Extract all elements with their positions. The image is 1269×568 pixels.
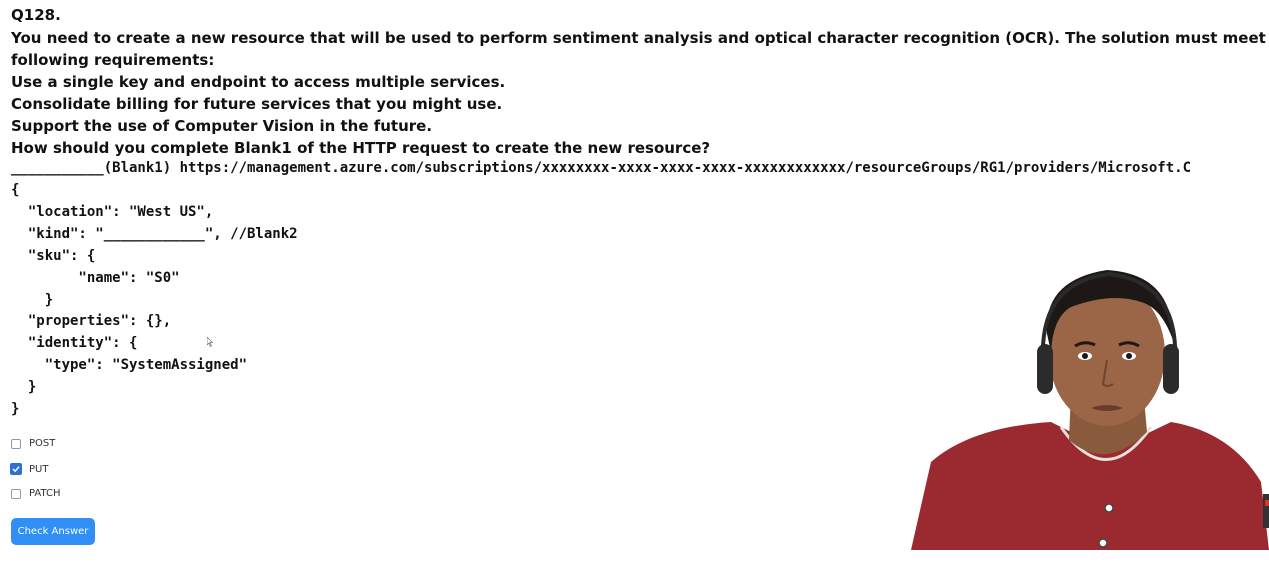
code-line: "location": "West US", <box>11 204 214 220</box>
code-line: "name": "S0" <box>11 270 180 286</box>
question-line-2: following requirements: <box>11 51 215 69</box>
code-line: } <box>11 292 54 308</box>
option-put[interactable]: PUT <box>10 463 49 475</box>
code-line: "sku": { <box>11 248 96 264</box>
requirement-2: Consolidate billing for future services … <box>11 95 503 113</box>
option-patch[interactable]: PATCH <box>11 488 60 499</box>
requirement-1: Use a single key and endpoint to access … <box>11 73 506 91</box>
code-line: "properties": {}, <box>11 313 172 329</box>
code-line: "kind": "____________", //Blank2 <box>11 226 298 242</box>
presenter-image <box>911 262 1269 550</box>
code-line: "type": "SystemAssigned" <box>11 357 248 373</box>
code-line: } <box>11 401 20 417</box>
code-line: } <box>11 379 37 395</box>
option-put-checkbox[interactable] <box>10 463 22 475</box>
mouse-cursor-icon <box>207 337 213 347</box>
webcam-overlay <box>911 262 1269 550</box>
code-line: { <box>11 182 20 198</box>
code-line: "identity": { <box>11 335 138 351</box>
question-prompt: How should you complete Blank1 of the HT… <box>11 139 711 157</box>
checkmark-icon <box>12 466 20 473</box>
option-patch-checkbox[interactable] <box>11 488 21 499</box>
edge-indicator-red <box>1265 500 1269 506</box>
option-post[interactable]: POST <box>11 438 55 449</box>
requirement-3: Support the use of Computer Vision in th… <box>11 117 433 135</box>
option-post-checkbox[interactable] <box>11 438 21 449</box>
option-patch-label: PATCH <box>29 488 61 499</box>
option-put-label: PUT <box>29 463 49 475</box>
check-answer-button[interactable]: Check Answer <box>11 518 95 545</box>
question-number: Q128. <box>11 6 61 24</box>
question-line-1: You need to create a new resource that w… <box>11 29 1269 47</box>
option-post-label: POST <box>29 438 56 449</box>
http-request-line: ___________(Blank1) https://management.a… <box>11 160 1192 176</box>
